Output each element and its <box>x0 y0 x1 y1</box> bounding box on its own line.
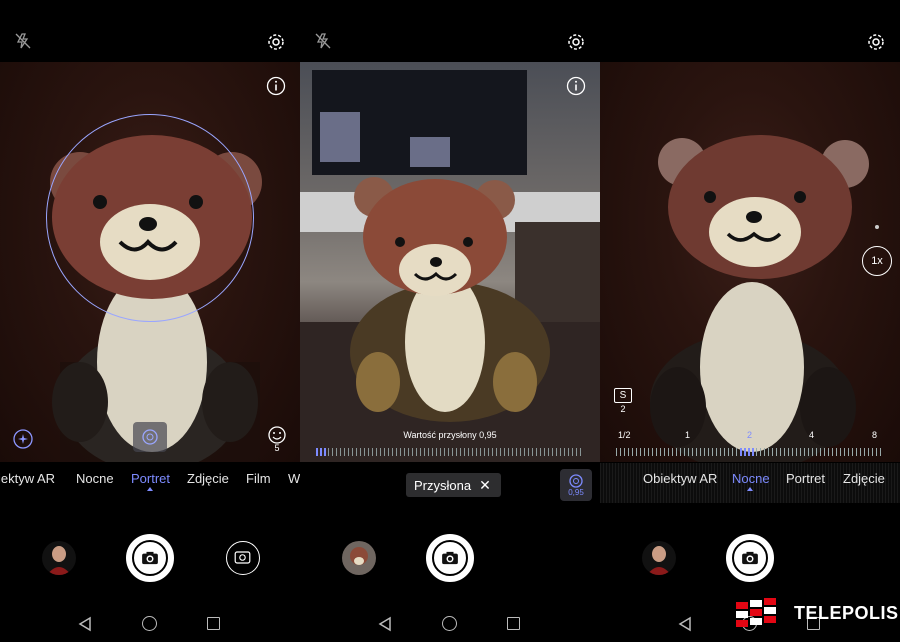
bear-figurine-scene-image <box>300 70 600 462</box>
mode-selector: Obiektyw AR Nocne Portret Zdjęcie <box>600 463 900 503</box>
aperture-tool-value: 0,95 <box>568 488 584 497</box>
aperture-toolbar: Przysłona ✕ 0,95 <box>300 463 600 503</box>
aperture-slider[interactable] <box>316 448 584 456</box>
shutter-scale-label: 2 <box>747 430 753 440</box>
telepolis-logo-icon <box>736 598 776 627</box>
controls-bar <box>0 503 300 642</box>
gear-icon[interactable] <box>866 32 886 52</box>
navigation-bar <box>0 613 300 637</box>
home-icon[interactable] <box>442 616 457 631</box>
bear-figurine-image <box>650 135 869 462</box>
mode-photo[interactable]: Zdjęcie <box>843 471 885 486</box>
mode-ar[interactable]: iektyw AR <box>0 471 55 486</box>
camera-icon <box>442 551 458 565</box>
person-avatar-icon <box>42 541 76 575</box>
shutter-scale-label: 1 <box>685 430 691 440</box>
gear-icon[interactable] <box>266 32 286 52</box>
mode-portrait[interactable]: Portret <box>131 471 170 486</box>
aperture-button[interactable] <box>133 422 167 452</box>
zoom-button[interactable]: 1x <box>862 246 892 276</box>
flash-off-icon[interactable] <box>314 32 332 50</box>
viewfinder[interactable]: 5 <box>0 62 300 462</box>
home-icon[interactable] <box>142 616 157 631</box>
aperture-chip[interactable]: Przysłona ✕ <box>406 473 501 497</box>
recents-icon[interactable] <box>207 617 220 630</box>
zoom-dot <box>875 225 879 229</box>
mode-more[interactable]: W <box>288 471 300 486</box>
close-icon[interactable]: ✕ <box>479 477 491 494</box>
shutter-button[interactable] <box>126 534 174 582</box>
mode-portrait[interactable]: Portret <box>786 471 825 486</box>
mode-photo[interactable]: Zdjęcie <box>187 471 229 486</box>
mode-selector: iektyw AR Nocne Portret Zdjęcie Film W <box>0 463 300 503</box>
info-icon[interactable] <box>266 76 286 96</box>
gallery-thumbnail[interactable] <box>642 541 676 575</box>
face-count: 5 <box>274 443 280 453</box>
bear-thumbnail-icon <box>342 541 376 575</box>
aperture-icon <box>142 429 158 445</box>
gallery-thumbnail[interactable] <box>42 541 76 575</box>
camera-icon <box>742 551 758 565</box>
person-avatar-icon <box>642 541 676 575</box>
shutter-scale-label: 4 <box>809 430 815 440</box>
camera-aperture-screen: Wartość przysłony 0,95 Przysłona ✕ 0,95 <box>300 0 600 642</box>
camera-portrait-screen: 5 iektyw AR Nocne Portret Zdjęcie Film W <box>0 0 300 642</box>
top-bar <box>300 0 600 62</box>
aperture-value-label: Wartość przysłony 0,95 <box>403 430 497 440</box>
viewfinder[interactable]: 1x S 2 1/2 1 2 4 8 <box>600 62 900 462</box>
viewfinder[interactable]: Wartość przysłony 0,95 <box>300 62 600 462</box>
aperture-slider-position <box>316 448 326 456</box>
active-mode-indicator <box>147 487 153 491</box>
active-mode-indicator <box>747 487 753 491</box>
switch-camera-button[interactable] <box>226 541 260 575</box>
flash-off-icon[interactable] <box>14 32 32 50</box>
focus-ring[interactable] <box>46 114 254 322</box>
shutter-slider-position <box>740 448 756 456</box>
aperture-chip-label: Przysłona <box>414 477 472 493</box>
shutter-speed-icon[interactable]: S <box>614 388 632 403</box>
gear-icon[interactable] <box>566 32 586 52</box>
navigation-bar <box>300 613 600 637</box>
screen: 5 iektyw AR Nocne Portret Zdjęcie Film W <box>0 0 900 642</box>
camera-icon <box>142 551 158 565</box>
back-icon[interactable] <box>378 616 392 632</box>
top-bar <box>0 0 300 62</box>
shutter-button[interactable] <box>426 534 474 582</box>
gallery-thumbnail[interactable] <box>342 541 376 575</box>
watermark-text: TELEPOLIS <box>794 603 899 623</box>
shutter-speed-value: 2 <box>620 404 626 414</box>
shutter-button[interactable] <box>726 534 774 582</box>
camera-night-screen: 1x S 2 1/2 1 2 4 8 Obiektyw AR Nocne Por… <box>600 0 900 642</box>
recents-icon[interactable] <box>507 617 520 630</box>
mode-night[interactable]: Nocne <box>732 471 770 486</box>
mode-video[interactable]: Film <box>246 471 271 486</box>
info-icon[interactable] <box>566 76 586 96</box>
back-icon[interactable] <box>78 616 92 632</box>
controls-bar <box>300 503 600 642</box>
top-bar <box>600 0 900 62</box>
mode-night[interactable]: Nocne <box>76 471 114 486</box>
mode-ar[interactable]: Obiektyw AR <box>643 471 717 486</box>
back-icon[interactable] <box>678 616 692 632</box>
beauty-sparkle-icon[interactable] <box>12 428 34 450</box>
switch-camera-icon <box>234 551 251 564</box>
shutter-scale-label: 8 <box>872 430 878 440</box>
shutter-scale-label: 1/2 <box>618 430 631 440</box>
